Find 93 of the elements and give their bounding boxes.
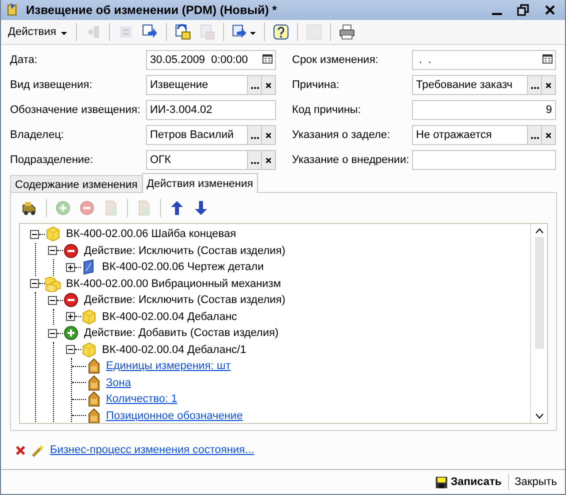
tree-item[interactable]: ВК-400-02.00.06 Чертеж детали xyxy=(101,261,265,274)
field-label: Срок изменения: xyxy=(292,54,380,66)
tree-item[interactable]: ВК-400-02.00.04 Дебаланс xyxy=(101,310,238,323)
document-arrow-icon xyxy=(142,24,158,40)
input-field[interactable]: 9 xyxy=(412,100,556,120)
field-label: Код причины: xyxy=(292,104,362,116)
clear-icon xyxy=(264,80,273,90)
clear-button[interactable] xyxy=(262,150,276,170)
collapse-toggle[interactable] xyxy=(48,328,57,338)
minus-circle-icon xyxy=(63,242,79,259)
tree-link[interactable]: Единицы измерения: шт xyxy=(106,360,231,372)
select-button[interactable] xyxy=(528,75,542,95)
cubes-icon xyxy=(45,276,61,292)
field-label: Подразделение: xyxy=(10,154,94,166)
clear-button[interactable] xyxy=(542,75,556,95)
tag-icon xyxy=(86,391,102,408)
plus-circle-icon xyxy=(55,200,71,216)
tag-icon xyxy=(86,374,102,391)
document-icon xyxy=(103,200,119,216)
tree-link[interactable]: Количество: 1 xyxy=(106,393,178,406)
expand-toggle[interactable] xyxy=(66,312,75,322)
clear-icon xyxy=(264,130,273,140)
cube-icon xyxy=(81,342,97,358)
scroll-down-icon[interactable] xyxy=(534,412,544,420)
document-stack-icon xyxy=(175,24,192,40)
collapse-toggle[interactable] xyxy=(30,279,39,288)
tree-item[interactable]: Действие: Добавить (Состав изделия) xyxy=(83,327,280,340)
minus-circle-icon xyxy=(79,200,95,216)
window-title: Извещение об изменении (PDM) (Новый) * xyxy=(26,3,278,17)
business-process-link[interactable]: Бизнес-процесс изменения состояния... xyxy=(50,444,254,456)
clear-icon xyxy=(544,130,553,140)
clear-icon xyxy=(264,156,273,164)
tree-item[interactable]: ВК-400-02.00.00 Вибрационный механизм xyxy=(65,278,282,290)
minus-circle-icon xyxy=(63,292,79,308)
clear-button[interactable] xyxy=(262,125,276,145)
field-label: Указания о заделе: xyxy=(292,129,392,141)
clear-button[interactable] xyxy=(262,75,276,95)
arrow-down-icon xyxy=(193,200,209,216)
minimize-icon xyxy=(492,12,502,16)
tree-item[interactable]: ВК-400-02.00.04 Дебаланс/1 xyxy=(101,344,248,356)
blank-square-icon xyxy=(306,24,322,40)
arrow-up-icon xyxy=(169,200,185,216)
field-label: Владелец: xyxy=(10,129,65,141)
scroll-up-icon[interactable] xyxy=(534,227,544,235)
select-button[interactable] xyxy=(248,75,262,95)
tag-icon xyxy=(86,408,102,423)
clear-button[interactable] xyxy=(542,125,556,145)
field-label: Дата: xyxy=(10,54,38,66)
document-icon xyxy=(199,24,216,40)
field-label: Причина: xyxy=(292,79,340,91)
document-arrow-icon xyxy=(232,24,248,40)
truck-icon xyxy=(22,200,38,216)
cross-icon xyxy=(14,444,27,456)
cube-icon xyxy=(45,226,61,242)
arrow-left-icon xyxy=(85,24,102,40)
tree-link[interactable]: Зона xyxy=(106,376,131,389)
tree-item[interactable]: ВК-400-02.00.06 Шайба концевая xyxy=(65,228,238,240)
restore-icon xyxy=(517,4,529,16)
field-label: Вид извещения: xyxy=(10,79,94,91)
tree-link[interactable]: Позиционное обозначение xyxy=(106,410,243,422)
help-icon xyxy=(273,24,290,40)
tag-icon xyxy=(86,358,102,374)
printer-icon xyxy=(339,24,356,40)
input-field[interactable]: Петров Василий xyxy=(146,125,248,145)
field-label: Указание о внедрении: xyxy=(292,154,410,166)
collapse-toggle[interactable] xyxy=(48,246,57,256)
save-button[interactable]: Записать xyxy=(430,474,506,490)
select-button[interactable] xyxy=(248,150,262,170)
cube-icon xyxy=(81,308,97,325)
document-icon xyxy=(136,200,152,216)
expand-toggle[interactable] xyxy=(66,262,75,272)
plus-circle-icon xyxy=(63,325,79,342)
actions-menu[interactable]: Действия xyxy=(5,21,72,43)
tree-item[interactable]: Действие: Исключить (Состав изделия) xyxy=(83,294,286,306)
input-field[interactable]: ИИ-3.004.02 xyxy=(146,100,276,120)
input-field[interactable]: Требование заказч xyxy=(412,75,528,95)
input-field[interactable]: Извещение xyxy=(146,75,248,95)
tab[interactable]: Действия изменения xyxy=(142,173,258,193)
select-button[interactable] xyxy=(528,125,542,145)
field-label: Обозначение извещения: xyxy=(10,104,142,116)
tab[interactable]: Содержание изменения xyxy=(10,175,143,193)
close-icon xyxy=(544,4,556,16)
input-field[interactable] xyxy=(412,150,556,170)
wand-icon xyxy=(32,444,45,456)
collapse-toggle[interactable] xyxy=(30,230,39,239)
clear-icon xyxy=(544,80,553,90)
collapse-toggle[interactable] xyxy=(48,296,57,305)
close-form-button[interactable]: Закрыть xyxy=(510,474,561,490)
select-button[interactable] xyxy=(248,125,262,145)
collapse-toggle[interactable] xyxy=(66,345,75,354)
tree-item[interactable]: Действие: Исключить (Состав изделия) xyxy=(83,244,286,257)
input-field[interactable]: Не отражается xyxy=(412,125,528,145)
input-field[interactable]: ОГК xyxy=(146,150,248,170)
